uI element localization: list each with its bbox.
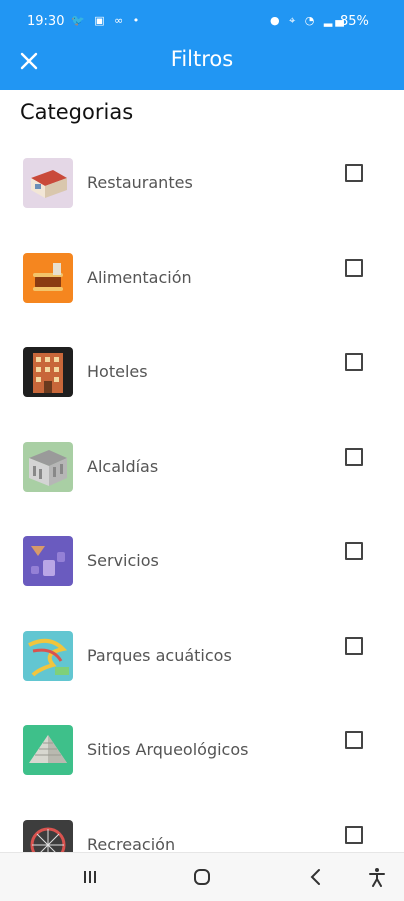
category-label: Parques acuáticos bbox=[87, 645, 232, 665]
notification-icons: 🐦 ▣ ∞ • bbox=[71, 14, 143, 27]
category-list: Restaurantes Alimentación Hoteles Alcald… bbox=[0, 136, 404, 852]
category-row-servicios[interactable]: Servicios bbox=[0, 514, 404, 609]
category-checkbox[interactable] bbox=[345, 636, 363, 655]
category-checkbox[interactable] bbox=[345, 447, 363, 466]
category-label: Recreación bbox=[87, 834, 176, 853]
category-row-sitios-arqueologicos[interactable]: Sitios Arqueológicos bbox=[0, 703, 404, 798]
category-row-alcaldias[interactable]: Alcaldías bbox=[0, 420, 404, 515]
category-checkbox[interactable] bbox=[345, 353, 363, 371]
city-hall-thumbnail bbox=[23, 441, 73, 492]
restaurant-thumbnail bbox=[23, 158, 73, 208]
hotel-thumbnail bbox=[23, 347, 73, 397]
category-checkbox[interactable] bbox=[345, 731, 363, 749]
status-bar: 19:30 🐦 ▣ ∞ • ● ⌖ ◔ ▂▄ 85% bbox=[0, 0, 404, 40]
category-row-restaurantes[interactable]: Restaurantes bbox=[0, 136, 404, 231]
category-label: Alcaldías bbox=[87, 456, 159, 476]
category-label: Servicios bbox=[87, 551, 159, 570]
recent-apps-icon bbox=[84, 871, 96, 883]
category-checkbox[interactable] bbox=[345, 258, 363, 277]
category-row-parques-acuaticos[interactable]: Parques acuáticos bbox=[0, 609, 404, 704]
home-button[interactable] bbox=[187, 863, 217, 891]
page-title: Filtros bbox=[170, 47, 234, 71]
system-navigation-bar bbox=[0, 852, 404, 901]
recreation-thumbnail bbox=[23, 819, 73, 852]
category-row-hoteles[interactable]: Hoteles bbox=[0, 325, 404, 420]
system-status-icons: ● ⌖ ◔ ▂▄ bbox=[270, 14, 347, 27]
home-icon bbox=[194, 869, 210, 885]
accessibility-icon bbox=[369, 868, 385, 887]
category-label: Sitios Arqueológicos bbox=[87, 740, 249, 759]
category-row-alimentacion[interactable]: Alimentación bbox=[0, 231, 404, 326]
category-label: Restaurantes bbox=[87, 173, 193, 192]
water-park-thumbnail bbox=[23, 630, 73, 681]
category-checkbox[interactable] bbox=[345, 825, 363, 844]
recent-apps-button[interactable] bbox=[75, 863, 105, 891]
back-button[interactable] bbox=[301, 863, 331, 891]
services-thumbnail bbox=[23, 536, 73, 586]
accessibility-button[interactable] bbox=[362, 863, 392, 891]
app-bar: 19:30 🐦 ▣ ∞ • ● ⌖ ◔ ▂▄ 85% Filtros bbox=[0, 0, 404, 90]
archaeological-site-thumbnail bbox=[23, 725, 73, 775]
category-label: Alimentación bbox=[87, 267, 192, 287]
section-title: Categorias bbox=[20, 100, 134, 124]
category-label: Hoteles bbox=[87, 362, 148, 381]
status-time: 19:30 bbox=[27, 14, 65, 29]
food-thumbnail bbox=[23, 252, 73, 303]
category-checkbox[interactable] bbox=[345, 542, 363, 560]
category-checkbox[interactable] bbox=[345, 164, 363, 182]
back-icon bbox=[310, 869, 320, 885]
category-row-recreacion[interactable]: Recreación bbox=[0, 798, 404, 853]
battery-level: 85% bbox=[340, 14, 369, 29]
